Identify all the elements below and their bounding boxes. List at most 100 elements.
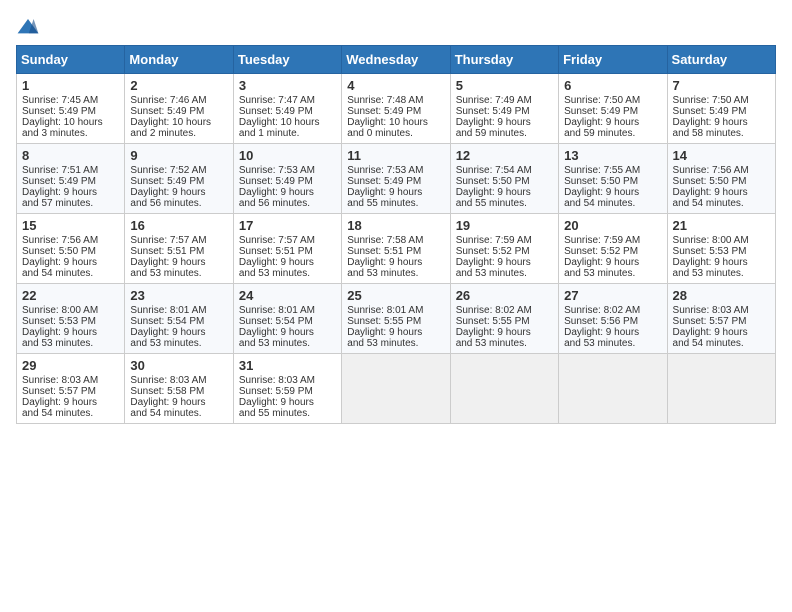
day-number: 6 — [564, 78, 661, 93]
sunrise-label: Sunrise: 8:03 AM — [239, 375, 315, 386]
daylight-label: Daylight: 9 hours and 59 minutes. — [456, 117, 531, 139]
sunrise-label: Sunrise: 8:01 AM — [130, 305, 206, 316]
day-number: 3 — [239, 78, 336, 93]
calendar-cell: 29 Sunrise: 8:03 AM Sunset: 5:57 PM Dayl… — [17, 354, 125, 424]
sunset-label: Sunset: 5:49 PM — [130, 176, 204, 187]
daylight-label: Daylight: 9 hours and 53 minutes. — [347, 257, 422, 279]
sunrise-label: Sunrise: 7:45 AM — [22, 95, 98, 106]
day-number: 31 — [239, 358, 336, 373]
day-number: 29 — [22, 358, 119, 373]
daylight-label: Daylight: 9 hours and 55 minutes. — [239, 397, 314, 419]
calendar-cell: 26 Sunrise: 8:02 AM Sunset: 5:55 PM Dayl… — [450, 284, 558, 354]
calendar-cell: 1 Sunrise: 7:45 AM Sunset: 5:49 PM Dayli… — [17, 74, 125, 144]
day-number: 28 — [673, 288, 770, 303]
sunrise-label: Sunrise: 8:03 AM — [673, 305, 749, 316]
sunrise-label: Sunrise: 7:50 AM — [564, 95, 640, 106]
sunset-label: Sunset: 5:51 PM — [239, 246, 313, 257]
day-number: 20 — [564, 218, 661, 233]
sunset-label: Sunset: 5:57 PM — [673, 316, 747, 327]
sunrise-label: Sunrise: 7:58 AM — [347, 235, 423, 246]
daylight-label: Daylight: 9 hours and 58 minutes. — [673, 117, 748, 139]
sunset-label: Sunset: 5:57 PM — [22, 386, 96, 397]
sunrise-label: Sunrise: 7:48 AM — [347, 95, 423, 106]
sunrise-label: Sunrise: 8:00 AM — [22, 305, 98, 316]
calendar-cell: 10 Sunrise: 7:53 AM Sunset: 5:49 PM Dayl… — [233, 144, 341, 214]
calendar-cell: 3 Sunrise: 7:47 AM Sunset: 5:49 PM Dayli… — [233, 74, 341, 144]
daylight-label: Daylight: 9 hours and 53 minutes. — [130, 327, 205, 349]
sunset-label: Sunset: 5:59 PM — [239, 386, 313, 397]
sunrise-label: Sunrise: 8:02 AM — [456, 305, 532, 316]
sunset-label: Sunset: 5:50 PM — [456, 176, 530, 187]
daylight-label: Daylight: 9 hours and 53 minutes. — [564, 257, 639, 279]
day-number: 18 — [347, 218, 444, 233]
daylight-label: Daylight: 9 hours and 53 minutes. — [239, 257, 314, 279]
sunrise-label: Sunrise: 7:57 AM — [239, 235, 315, 246]
sunset-label: Sunset: 5:49 PM — [673, 106, 747, 117]
daylight-label: Daylight: 10 hours and 2 minutes. — [130, 117, 211, 139]
daylight-label: Daylight: 9 hours and 53 minutes. — [456, 327, 531, 349]
calendar-cell: 4 Sunrise: 7:48 AM Sunset: 5:49 PM Dayli… — [342, 74, 450, 144]
daylight-label: Daylight: 9 hours and 54 minutes. — [673, 327, 748, 349]
sunrise-label: Sunrise: 8:01 AM — [239, 305, 315, 316]
calendar-cell: 27 Sunrise: 8:02 AM Sunset: 5:56 PM Dayl… — [559, 284, 667, 354]
day-number: 13 — [564, 148, 661, 163]
calendar-cell: 11 Sunrise: 7:53 AM Sunset: 5:49 PM Dayl… — [342, 144, 450, 214]
calendar-week-row: 1 Sunrise: 7:45 AM Sunset: 5:49 PM Dayli… — [17, 74, 776, 144]
day-number: 5 — [456, 78, 553, 93]
sunrise-label: Sunrise: 7:54 AM — [456, 165, 532, 176]
calendar-cell: 23 Sunrise: 8:01 AM Sunset: 5:54 PM Dayl… — [125, 284, 233, 354]
sunrise-label: Sunrise: 7:49 AM — [456, 95, 532, 106]
sunset-label: Sunset: 5:49 PM — [130, 106, 204, 117]
sunset-label: Sunset: 5:49 PM — [347, 106, 421, 117]
sunrise-label: Sunrise: 7:55 AM — [564, 165, 640, 176]
daylight-label: Daylight: 9 hours and 54 minutes. — [673, 187, 748, 209]
sunset-label: Sunset: 5:54 PM — [130, 316, 204, 327]
calendar-week-row: 15 Sunrise: 7:56 AM Sunset: 5:50 PM Dayl… — [17, 214, 776, 284]
sunset-label: Sunset: 5:50 PM — [564, 176, 638, 187]
calendar-cell: 20 Sunrise: 7:59 AM Sunset: 5:52 PM Dayl… — [559, 214, 667, 284]
sunset-label: Sunset: 5:53 PM — [22, 316, 96, 327]
calendar-cell: 15 Sunrise: 7:56 AM Sunset: 5:50 PM Dayl… — [17, 214, 125, 284]
daylight-label: Daylight: 9 hours and 53 minutes. — [239, 327, 314, 349]
sunset-label: Sunset: 5:50 PM — [22, 246, 96, 257]
day-number: 27 — [564, 288, 661, 303]
sunrise-label: Sunrise: 7:59 AM — [456, 235, 532, 246]
day-number: 25 — [347, 288, 444, 303]
day-number: 21 — [673, 218, 770, 233]
calendar-cell: 17 Sunrise: 7:57 AM Sunset: 5:51 PM Dayl… — [233, 214, 341, 284]
day-number: 9 — [130, 148, 227, 163]
daylight-label: Daylight: 9 hours and 54 minutes. — [564, 187, 639, 209]
daylight-label: Daylight: 9 hours and 59 minutes. — [564, 117, 639, 139]
calendar-cell: 14 Sunrise: 7:56 AM Sunset: 5:50 PM Dayl… — [667, 144, 775, 214]
sunrise-label: Sunrise: 8:02 AM — [564, 305, 640, 316]
sunrise-label: Sunrise: 8:03 AM — [130, 375, 206, 386]
sunrise-label: Sunrise: 8:00 AM — [673, 235, 749, 246]
logo — [16, 16, 44, 37]
day-number: 2 — [130, 78, 227, 93]
calendar-cell — [450, 354, 558, 424]
sunrise-label: Sunrise: 7:51 AM — [22, 165, 98, 176]
calendar-cell: 2 Sunrise: 7:46 AM Sunset: 5:49 PM Dayli… — [125, 74, 233, 144]
calendar-cell: 31 Sunrise: 8:03 AM Sunset: 5:59 PM Dayl… — [233, 354, 341, 424]
day-number: 7 — [673, 78, 770, 93]
weekday-header-row: SundayMondayTuesdayWednesdayThursdayFrid… — [17, 46, 776, 74]
day-number: 22 — [22, 288, 119, 303]
sunset-label: Sunset: 5:52 PM — [564, 246, 638, 257]
sunset-label: Sunset: 5:53 PM — [673, 246, 747, 257]
day-number: 4 — [347, 78, 444, 93]
day-number: 14 — [673, 148, 770, 163]
daylight-label: Daylight: 10 hours and 0 minutes. — [347, 117, 428, 139]
page-header — [16, 16, 776, 37]
sunset-label: Sunset: 5:51 PM — [130, 246, 204, 257]
calendar-cell: 21 Sunrise: 8:00 AM Sunset: 5:53 PM Dayl… — [667, 214, 775, 284]
daylight-label: Daylight: 9 hours and 53 minutes. — [22, 327, 97, 349]
weekday-header-friday: Friday — [559, 46, 667, 74]
calendar-table: SundayMondayTuesdayWednesdayThursdayFrid… — [16, 45, 776, 424]
sunset-label: Sunset: 5:56 PM — [564, 316, 638, 327]
weekday-header-tuesday: Tuesday — [233, 46, 341, 74]
calendar-cell: 13 Sunrise: 7:55 AM Sunset: 5:50 PM Dayl… — [559, 144, 667, 214]
weekday-header-saturday: Saturday — [667, 46, 775, 74]
daylight-label: Daylight: 9 hours and 53 minutes. — [130, 257, 205, 279]
sunrise-label: Sunrise: 7:57 AM — [130, 235, 206, 246]
day-number: 12 — [456, 148, 553, 163]
